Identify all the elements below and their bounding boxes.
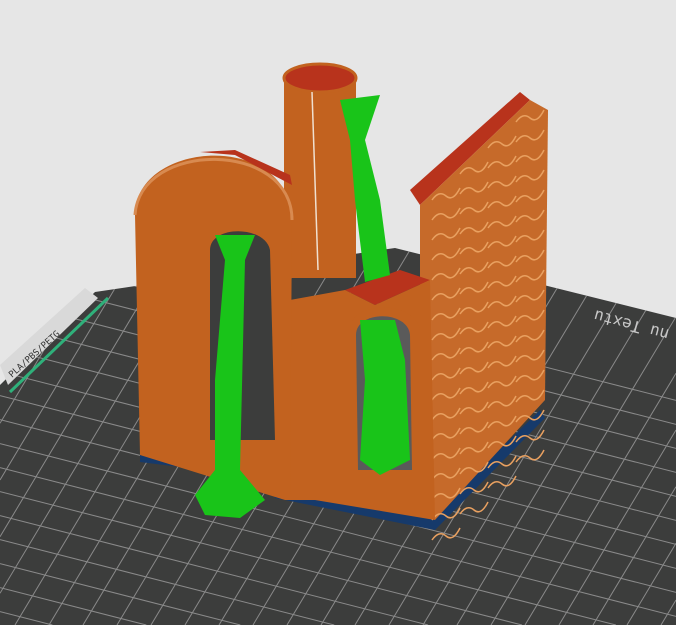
3d-viewport[interactable]: PLA/PBS/PETG nu Textu [0, 0, 676, 625]
scene: PLA/PBS/PETG nu Textu [0, 62, 676, 625]
grid-line [0, 248, 43, 311]
grid-line [0, 248, 9, 254]
cylinder-top [282, 62, 358, 94]
